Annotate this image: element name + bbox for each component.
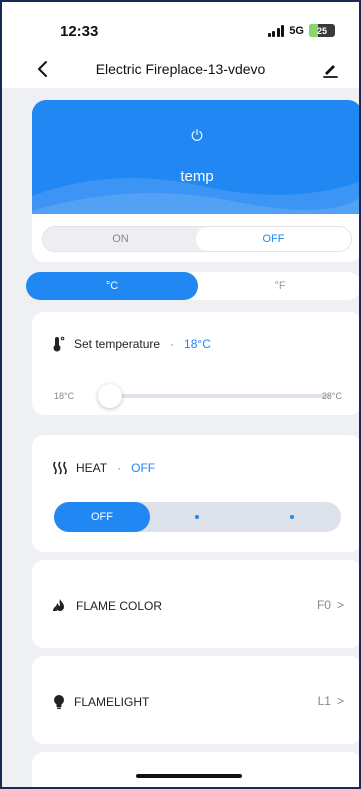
power-glyph <box>191 128 203 141</box>
power-on-option[interactable]: ON <box>43 227 198 251</box>
flamelight-value-group: L1 > <box>318 694 344 708</box>
power-toggle-card: ON OFF <box>32 214 359 262</box>
temperature-separator: · <box>170 337 175 351</box>
device-hero-banner: temp <box>32 100 359 226</box>
device-mode-label: temp <box>180 168 214 185</box>
temperature-value: 18°C <box>184 337 211 351</box>
flame-color-value: F0 <box>316 598 331 612</box>
slider-min-label: 18°C <box>54 391 75 401</box>
slider-max-label: 28°C <box>321 391 342 401</box>
battery-icon: 25 <box>309 24 335 37</box>
pencil-icon <box>323 65 338 78</box>
unit-celsius-option[interactable]: °C <box>26 272 198 300</box>
battery-level: 25 <box>316 25 327 36</box>
nav-bar: Electric Fireplace-13-vdevo <box>2 52 359 86</box>
flame-color-row[interactable]: FLAME COLOR F0 > <box>32 560 359 648</box>
content-area: temp ON OFF °C °F Set temperature · 18°C… <box>2 88 359 787</box>
heat-option-off[interactable]: OFF <box>54 502 150 532</box>
power-toggle: ON OFF <box>42 226 352 252</box>
chevron-left-icon <box>38 61 47 77</box>
temperature-card: Set temperature · 18°C 18°C 28°C <box>32 312 359 415</box>
next-card-peek <box>32 752 359 787</box>
heat-card: HEAT · OFF OFF <box>32 435 359 552</box>
unit-fahrenheit-option[interactable]: °F <box>198 272 359 300</box>
thermometer-icon <box>53 336 65 352</box>
unit-toggle: °C °F <box>26 272 359 300</box>
status-indicators: 5G 25 <box>267 24 335 37</box>
chevron-right-icon: > <box>336 694 344 708</box>
light-bulb-icon <box>54 695 64 709</box>
temperature-label: Set temperature <box>74 337 161 351</box>
home-indicator[interactable] <box>136 774 242 778</box>
temperature-slider-track[interactable] <box>104 394 330 398</box>
status-bar: 12:33 5G 25 <box>2 20 359 44</box>
flamelight-label-group: FLAMELIGHT <box>52 694 149 710</box>
heat-value: OFF <box>131 461 156 475</box>
heat-level-selector: OFF <box>54 502 341 532</box>
power-icon[interactable] <box>190 128 204 142</box>
chevron-right-icon: > <box>336 598 344 612</box>
flame-color-label-group: FLAME COLOR <box>52 598 162 614</box>
temperature-slider-thumb[interactable] <box>98 384 122 408</box>
heat-label: HEAT <box>76 461 108 475</box>
back-button[interactable] <box>32 58 54 80</box>
heat-header: HEAT · OFF <box>52 461 155 475</box>
flame-color-label: FLAME COLOR <box>76 599 163 613</box>
heat-separator: · <box>117 461 122 475</box>
network-type: 5G <box>289 24 304 37</box>
power-off-option[interactable]: OFF <box>196 227 351 251</box>
heat-waves-icon <box>53 461 67 475</box>
flamelight-value: L1 <box>317 694 331 708</box>
phone-frame: 12:33 5G 25 Electric Fireplace-13-vdevo <box>0 0 361 789</box>
flame-icon <box>53 599 64 611</box>
flamelight-row[interactable]: FLAMELIGHT L1 > <box>32 656 359 744</box>
edit-button[interactable] <box>319 58 341 80</box>
temperature-header: Set temperature · 18°C <box>52 336 211 352</box>
status-time: 12:33 <box>60 23 99 40</box>
signal-icon <box>267 24 285 37</box>
heat-option-low[interactable] <box>195 515 199 519</box>
flame-color-value-group: F0 > <box>317 598 344 612</box>
page-title: Electric Fireplace-13-vdevo <box>95 61 266 77</box>
heat-option-high[interactable] <box>290 515 294 519</box>
flamelight-label: FLAMELIGHT <box>74 695 150 709</box>
